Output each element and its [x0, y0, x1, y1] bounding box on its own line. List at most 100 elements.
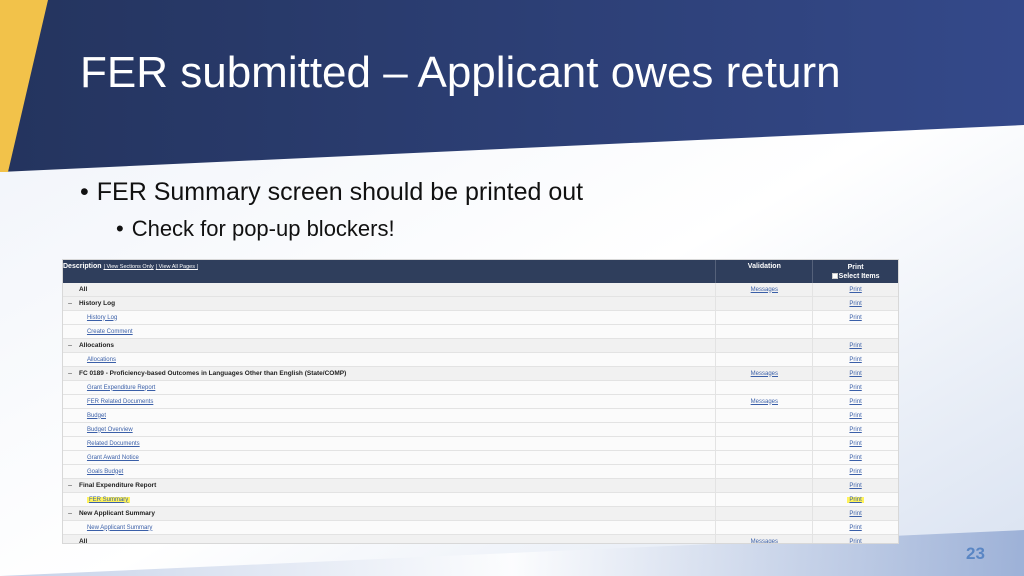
print-link[interactable]: Print: [849, 413, 861, 419]
page-link[interactable]: Allocations: [87, 357, 116, 363]
row-validation: [716, 381, 814, 394]
collapse-toggle-icon[interactable]: −: [63, 509, 77, 518]
bullet-text: Check for pop-up blockers!: [131, 216, 395, 241]
select-items-checkbox[interactable]: [831, 273, 838, 279]
page-link[interactable]: Grant Award Notice: [87, 455, 139, 461]
print-link[interactable]: Print: [849, 287, 861, 293]
table-row: All Messages Print: [63, 535, 898, 544]
page-link[interactable]: Related Documents: [87, 441, 140, 447]
row-description: Final Expenditure Report: [77, 479, 717, 492]
row-print: Print: [813, 381, 898, 394]
row-print: Print: [813, 367, 898, 380]
row-print: Print: [813, 311, 898, 324]
view-all-pages-link[interactable]: View All Pages: [159, 264, 195, 270]
fer-print-table-screenshot: Description | View Sections Only | View …: [62, 259, 899, 544]
table-row: − Allocations Print: [63, 339, 898, 353]
bullet-popup-blockers: • Check for pop-up blockers!: [116, 216, 395, 242]
print-link[interactable]: Print: [849, 455, 861, 461]
row-validation: [716, 353, 814, 366]
row-validation: Messages: [716, 283, 814, 296]
bullet-dot: •: [116, 216, 124, 241]
section-label: History Log: [78, 300, 116, 307]
row-validation: [716, 423, 814, 436]
section-label: Final Expenditure Report: [78, 482, 157, 489]
row-validation: [716, 507, 814, 520]
print-link[interactable]: Print: [849, 525, 861, 531]
print-link[interactable]: Print: [849, 357, 861, 363]
table-row: − Final Expenditure Report Print: [63, 479, 898, 493]
page-link[interactable]: History Log: [87, 315, 117, 321]
view-sections-only-link[interactable]: View Sections Only: [106, 264, 153, 270]
row-description: Create Comment: [77, 325, 717, 338]
collapse-toggle-icon[interactable]: −: [63, 341, 77, 350]
page-link[interactable]: Budget: [87, 413, 106, 419]
table-row: New Applicant Summary Print: [63, 521, 898, 535]
row-print: Print: [813, 423, 898, 436]
print-link[interactable]: Print: [849, 427, 861, 433]
page-link[interactable]: Budget Overview: [87, 427, 133, 433]
row-print: [813, 325, 898, 338]
messages-link[interactable]: Messages: [751, 399, 778, 405]
row-validation: Messages: [716, 535, 814, 544]
page-link[interactable]: FER Summary: [86, 496, 131, 503]
print-link[interactable]: Print: [849, 399, 861, 405]
row-print: Print: [813, 353, 898, 366]
collapse-toggle-icon[interactable]: −: [63, 481, 77, 490]
page-link[interactable]: FER Related Documents: [87, 399, 153, 405]
print-link[interactable]: Print: [849, 301, 861, 307]
row-description: FER Summary: [77, 493, 717, 506]
page-link[interactable]: New Applicant Summary: [87, 525, 152, 531]
row-validation: [716, 437, 814, 450]
section-label: New Applicant Summary: [78, 510, 155, 517]
bullet-fer-summary: • FER Summary screen should be printed ou…: [80, 178, 583, 207]
messages-link[interactable]: Messages: [751, 371, 778, 377]
messages-link[interactable]: Messages: [751, 287, 778, 293]
table-row: All Messages Print: [63, 283, 898, 297]
row-print: Print: [813, 521, 898, 534]
row-validation: [716, 325, 814, 338]
row-description: Budget: [77, 409, 717, 422]
table-header: Description | View Sections Only | View …: [63, 260, 898, 283]
row-print: Print: [813, 465, 898, 478]
select-items-label: Select Items: [838, 273, 880, 280]
messages-link[interactable]: Messages: [751, 539, 778, 544]
table-row: Goals Budget Print: [63, 465, 898, 479]
row-description: FER Related Documents: [77, 395, 717, 408]
bullet-text: FER Summary screen should be printed out: [96, 178, 584, 206]
row-description: History Log: [77, 311, 717, 324]
page-link[interactable]: Goals Budget: [87, 469, 123, 475]
row-description: Allocations: [77, 353, 717, 366]
row-print: Print: [813, 297, 898, 310]
table-row: − History Log Print: [63, 297, 898, 311]
table-row: Budget Overview Print: [63, 423, 898, 437]
print-link[interactable]: Print: [847, 496, 864, 503]
collapse-toggle-icon[interactable]: −: [63, 299, 77, 308]
print-link[interactable]: Print: [849, 511, 861, 517]
print-link[interactable]: Print: [849, 539, 861, 544]
row-print: Print: [813, 339, 898, 352]
table-row: Related Documents Print: [63, 437, 898, 451]
print-link[interactable]: Print: [849, 315, 861, 321]
slide-title: FER submitted – Applicant owes return: [80, 48, 841, 97]
print-link[interactable]: Print: [849, 371, 861, 377]
table-row: Grant Expenditure Report Print: [63, 381, 898, 395]
row-print: Print: [813, 479, 898, 492]
print-link[interactable]: Print: [849, 469, 861, 475]
table-row: Create Comment: [63, 325, 898, 339]
row-validation: Messages: [716, 395, 814, 408]
page-link[interactable]: Create Comment: [87, 329, 133, 335]
print-link[interactable]: Print: [849, 385, 861, 391]
print-link[interactable]: Print: [849, 483, 861, 489]
print-link[interactable]: Print: [849, 343, 861, 349]
print-link[interactable]: Print: [849, 441, 861, 447]
row-validation: [716, 409, 814, 422]
row-print: Print: [813, 451, 898, 464]
page-link[interactable]: Grant Expenditure Report: [87, 385, 155, 391]
header-description: Description | View Sections Only | View …: [63, 260, 717, 283]
collapse-toggle-icon[interactable]: −: [63, 369, 77, 378]
row-print: Print: [813, 409, 898, 422]
row-validation: [716, 451, 814, 464]
bullet-dot: •: [80, 178, 89, 206]
row-description: All: [77, 283, 717, 296]
page-number: 23: [966, 544, 985, 563]
